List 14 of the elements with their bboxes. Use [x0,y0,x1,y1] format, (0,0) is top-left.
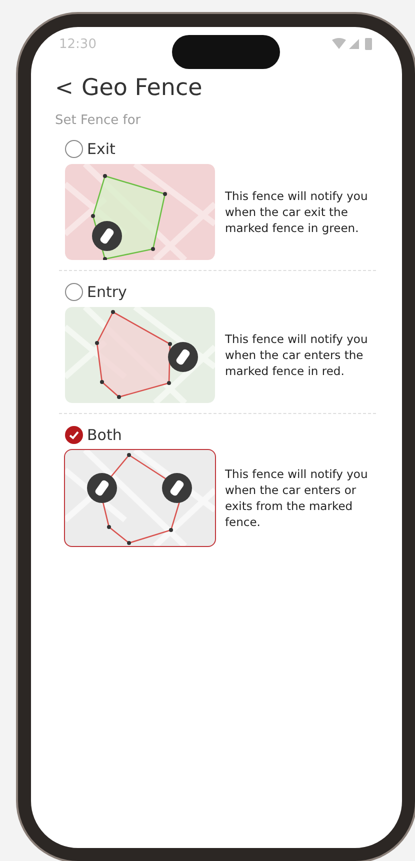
fence-option[interactable]: Both [65,426,122,444]
status-time: 12:30 [58,36,96,52]
page-title: Geo Fence [81,75,202,101]
radio-button[interactable] [65,140,83,158]
back-button[interactable]: < [55,76,74,100]
option-description: This fence will notify you when the car enters or exits from the marked fence. [225,466,369,530]
check-icon [68,429,80,441]
option-description: This fence will notify you when the car enters the marked fence in red. [225,330,369,380]
fence-option[interactable]: Entry [65,283,127,301]
option-description: This fence will notify you when the car exit the marked fence in green. [225,188,369,236]
radio-button[interactable] [65,283,83,301]
radio-button[interactable] [65,426,83,444]
fence-option[interactable]: Exit [65,140,116,158]
section-label: Set Fence for [55,113,142,128]
